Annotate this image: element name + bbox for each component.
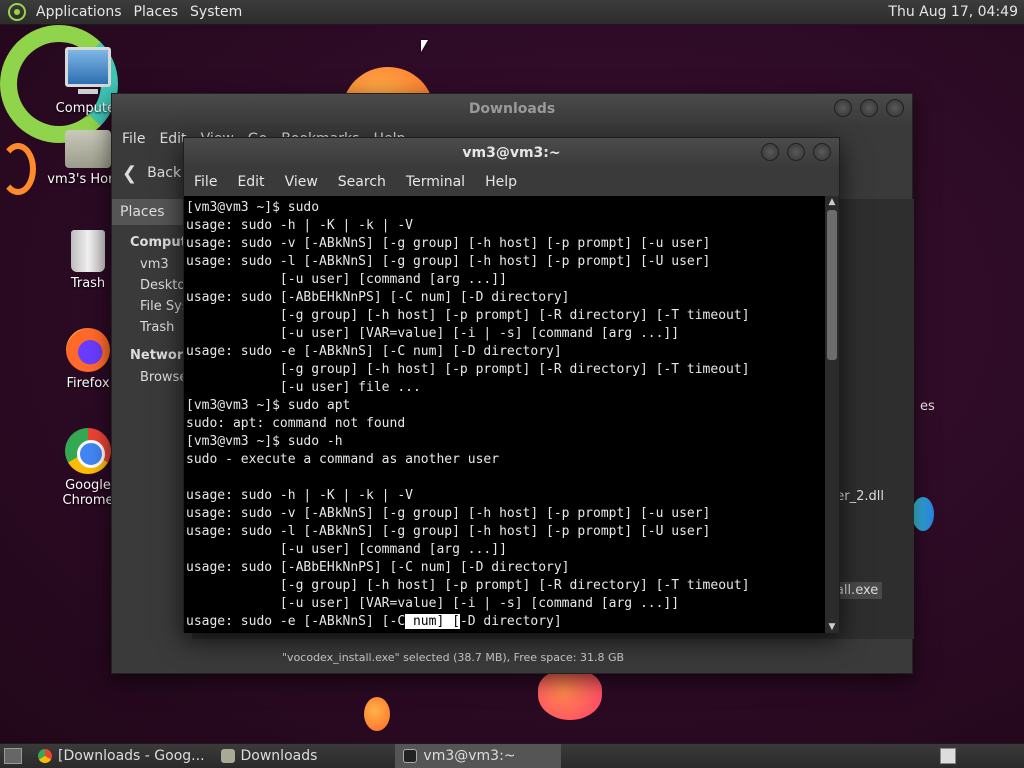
menu-file[interactable]: File [122,131,145,147]
terminal-line: usage: sudo -v [-ABkNnS] [-g group] [-h … [186,236,711,251]
window-title: Downloads [468,101,556,117]
terminal-line: [vm3@vm3 ~]$ sudo [186,200,320,215]
terminal-line: [-g group] [-h host] [-p prompt] [-R dir… [186,362,750,377]
menu-edit[interactable]: Edit [237,174,264,190]
terminal-scrollbar[interactable]: ▲ ▼ [825,196,839,633]
terminal-line: [vm3@vm3 ~]$ sudo apt [186,398,351,413]
terminal-line: usage: sudo [-ABbEHkNnPS] [-C num] [-D d… [186,560,570,575]
menu-search[interactable]: Search [338,174,386,190]
taskbar-item-label: [Downloads - Goog... [58,748,205,764]
folder-icon [220,749,235,763]
trash-icon [71,230,105,272]
chrome-icon [65,428,111,474]
places-tab[interactable]: Places [112,199,192,225]
scroll-down-arrow-icon[interactable]: ▼ [825,621,839,633]
taskbar-item-label: vm3@vm3:~ [423,748,516,764]
maximize-button[interactable] [787,143,805,161]
sidebar-item-browse-network[interactable]: Browse Network [112,367,192,388]
terminal-line: usage: sudo -l [-ABkNnS] [-g group] [-h … [186,254,711,269]
window-title: vm3@vm3:~ [462,145,561,161]
workspace-switcher[interactable] [940,748,956,764]
terminal-line: [-g group] [-h host] [-p prompt] [-R dir… [186,578,750,593]
file-manager-sidebar: Places Computer vm3 Desktop File System … [112,199,203,639]
terminal-line: usage: sudo [-ABbEHkNnPS] [-C num] [-D d… [186,290,570,305]
back-button[interactable]: Back [147,165,181,181]
terminal-line: usage: sudo -v [-ABkNnS] [-g group] [-h … [186,506,711,521]
distro-logo-icon[interactable] [8,3,26,21]
terminal-text: -D directory] [459,614,562,629]
file-manager-titlebar[interactable]: Downloads [112,94,912,124]
terminal-line: [vm3@vm3 ~]$ sudo -h [186,434,343,449]
sidebar-item-trash[interactable]: Trash [112,317,192,338]
scrollbar-thumb[interactable] [827,210,837,360]
panel-clock[interactable]: Thu Aug 17, 04:49 [888,4,1024,20]
menu-file[interactable]: File [194,174,217,190]
terminal-last-line: usage: sudo -e [-ABkNnS] [-C num] [-D di… [186,613,827,631]
terminal-line: [-u user] [command [arg ...]] [186,542,507,557]
terminal-line: sudo - execute a command as another user [186,452,500,467]
terminal-line: [-u user] file ... [186,380,421,395]
taskbar-item-label: Downloads [240,748,318,764]
terminal-output[interactable]: [vm3@vm3 ~]$ sudo usage: sudo -h | -K | -… [184,196,827,633]
sidebar-item-desktop[interactable]: Desktop [112,275,192,296]
terminal-line: [-u user] [command [arg ...]] [186,272,507,287]
terminal-window: vm3@vm3:~ File Edit View Search Terminal… [183,137,840,633]
maximize-button[interactable] [860,99,878,117]
menu-help[interactable]: Help [485,174,517,190]
bottom-taskbar: [Downloads - Goog... Downloads vm3@vm3:~ [0,743,1024,768]
taskbar-item-downloads[interactable]: Downloads [213,744,326,768]
minimize-button[interactable] [761,143,779,161]
top-panel: Applications Places System Thu Aug 17, 0… [0,0,1024,25]
taskbar-item-terminal[interactable]: vm3@vm3:~ [395,743,562,768]
sidebar-item-filesystem[interactable]: File System [112,296,192,317]
chrome-icon [38,749,52,763]
wallpaper-blob [538,670,602,720]
home-folder-icon [65,130,111,168]
applications-menu[interactable]: Applications [30,4,128,20]
minimize-button[interactable] [834,99,852,117]
taskbar-item-chrome[interactable]: [Downloads - Goog... [30,744,213,768]
sidebar-item-home[interactable]: vm3 [112,254,192,275]
scroll-up-arrow-icon[interactable]: ▲ [825,196,839,208]
sidebar-heading-computer: Computer [130,235,203,250]
computer-icon [65,47,111,94]
close-button[interactable] [886,99,904,117]
terminal-titlebar[interactable]: vm3@vm3:~ [184,138,839,168]
wallpaper-blob [912,497,934,531]
terminal-icon [403,749,418,763]
system-menu[interactable]: System [184,4,248,20]
places-menu[interactable]: Places [128,4,185,20]
terminal-line: [-g group] [-h host] [-p prompt] [-R dir… [186,308,750,323]
terminal-line: [-u user] [VAR=value] [-i | -s] [command… [186,326,680,341]
back-arrow-icon[interactable]: ❮ [122,163,137,184]
terminal-menubar: File Edit View Search Terminal Help [184,168,839,196]
firefox-icon [66,328,110,372]
terminal-line: [-u user] [VAR=value] [-i | -s] [command… [186,596,680,611]
close-button[interactable] [813,143,831,161]
status-bar: "vocodex_install.exe" selected (38.7 MB)… [272,643,912,673]
wallpaper-ring [0,143,36,195]
terminal-line: usage: sudo -h | -K | -k | -V [186,488,413,503]
menu-terminal[interactable]: Terminal [406,174,465,190]
file-item[interactable]: es [920,399,935,414]
terminal-selection: num] [ [405,614,460,629]
show-desktop-button[interactable] [4,748,22,764]
terminal-line: sudo: apt: command not found [186,416,406,431]
mouse-cursor-icon [421,40,428,52]
terminal-text: usage: sudo -e [-ABkNnS] [-C [186,614,406,629]
menu-view[interactable]: View [285,174,318,190]
terminal-line: usage: sudo -l [-ABkNnS] [-g group] [-h … [186,524,711,539]
terminal-lines: [vm3@vm3 ~]$ sudo usage: sudo -h | -K | -… [186,199,827,613]
terminal-line: usage: sudo -e [-ABkNnS] [-C num] [-D di… [186,344,562,359]
wallpaper-blob [364,697,390,731]
terminal-line: usage: sudo -h | -K | -k | -V [186,218,413,233]
sidebar-heading-network: Network [130,348,192,363]
